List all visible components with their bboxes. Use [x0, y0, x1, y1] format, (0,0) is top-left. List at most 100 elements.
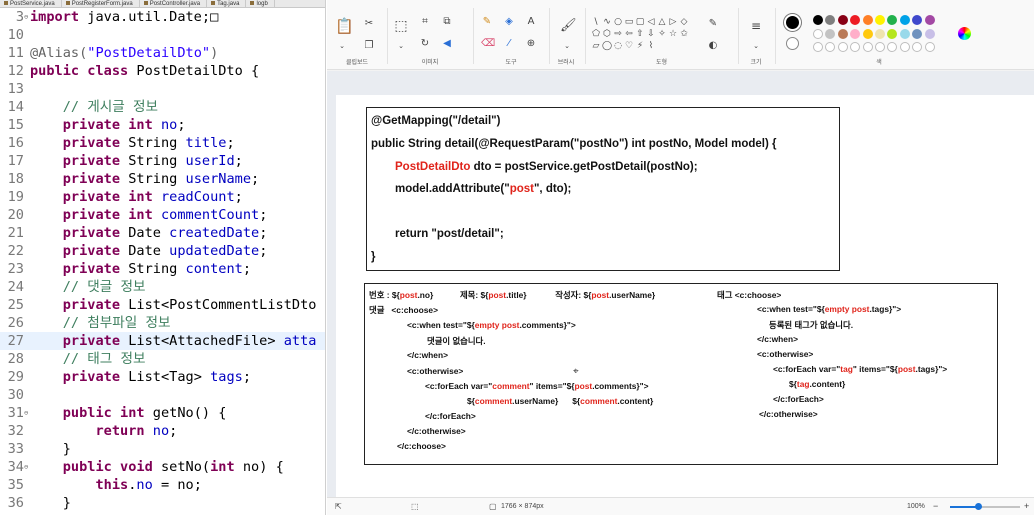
cut-icon[interactable]: ✂: [363, 18, 375, 30]
palette-color-swatch[interactable]: [850, 15, 861, 25]
palette-color-swatch[interactable]: [850, 28, 861, 39]
code-line[interactable]: 30: [0, 386, 325, 404]
palette-color-swatch[interactable]: [850, 42, 861, 52]
code-editor[interactable]: PostService.java PostRegisterForm.java Pos…: [0, 0, 326, 515]
color-picker-icon[interactable]: ⁄: [503, 38, 515, 50]
oval-shape-icon[interactable]: ○: [613, 16, 623, 28]
select-icon[interactable]: ⬚: [393, 19, 409, 36]
up-arrow-shape-icon[interactable]: ⇧: [635, 28, 645, 40]
secondary-color-swatch[interactable]: [786, 37, 799, 50]
palette-color-swatch[interactable]: [887, 15, 898, 25]
palette-color-swatch[interactable]: [862, 42, 873, 52]
primary-color-swatch[interactable]: [784, 14, 801, 31]
code-line[interactable]: 31⊖ public int getNo() {: [0, 404, 325, 422]
palette-color-swatch[interactable]: [875, 28, 885, 39]
palette-color-swatch[interactable]: [825, 15, 836, 25]
palette-color-swatch[interactable]: [837, 42, 848, 52]
palette-color-swatch[interactable]: [825, 42, 836, 52]
crop-icon[interactable]: ⌗: [419, 16, 431, 28]
editor-tab[interactable]: logb: [246, 0, 275, 7]
palette-color-swatch[interactable]: [813, 15, 823, 25]
palette-color-swatch[interactable]: [875, 42, 885, 52]
palette-color-swatch[interactable]: [912, 15, 923, 25]
right-triangle-shape-icon[interactable]: ▷: [668, 16, 678, 28]
fill-icon[interactable]: ◈: [503, 16, 515, 28]
code-line[interactable]: 3⊖ import java.util.Date;□: [0, 8, 325, 26]
rectangle-shape-icon[interactable]: ▭: [624, 16, 634, 28]
palette-color-swatch[interactable]: [837, 28, 848, 39]
left-arrow-shape-icon[interactable]: ⇦: [624, 28, 634, 40]
paste-dropdown-icon[interactable]: ⌄: [336, 40, 348, 52]
code-line[interactable]: 24 // 댓글 정보: [0, 278, 325, 296]
four-point-star-shape-icon[interactable]: ✧: [657, 28, 667, 40]
right-arrow-shape-icon[interactable]: ⇨: [613, 28, 623, 40]
palette-color-swatch[interactable]: [875, 15, 885, 25]
palette-color-swatch[interactable]: [912, 42, 923, 52]
code-line[interactable]: 16 private String title;: [0, 134, 325, 152]
palette-color-swatch[interactable]: [813, 42, 823, 52]
code-line[interactable]: 34⊖ public void setNo(int no) {: [0, 458, 325, 476]
six-point-star-shape-icon[interactable]: ✩: [679, 28, 689, 40]
code-line[interactable]: 15 private int no;: [0, 116, 325, 134]
palette-color-swatch[interactable]: [825, 28, 836, 39]
down-arrow-shape-icon[interactable]: ⇩: [646, 28, 656, 40]
hexagon-shape-icon[interactable]: ⬡: [602, 28, 612, 40]
polygon-shape-icon[interactable]: ◁: [646, 16, 656, 28]
drawing-canvas[interactable]: @GetMapping("/detail") public String det…: [336, 95, 1034, 497]
rounded-rectangle-shape-icon[interactable]: ▢: [635, 16, 645, 28]
select-dropdown-icon[interactable]: ⌄: [395, 40, 407, 52]
editor-tab[interactable]: PostController.java: [140, 0, 208, 7]
line-size-icon[interactable]: ≡: [749, 20, 763, 34]
editor-tab[interactable]: PostRegisterForm.java: [62, 0, 140, 7]
code-line[interactable]: 18 private String userName;: [0, 170, 325, 188]
palette-color-swatch[interactable]: [862, 28, 873, 39]
eraser-icon[interactable]: ⌫: [481, 38, 495, 50]
palette-color-swatch[interactable]: [862, 15, 873, 25]
magnifier-icon[interactable]: ⊕: [525, 38, 537, 50]
zoom-in-icon[interactable]: +: [1024, 501, 1029, 511]
editor-tab[interactable]: Tag.java: [207, 0, 247, 7]
code-line[interactable]: 10: [0, 26, 325, 44]
zoom-slider[interactable]: [950, 503, 1020, 510]
code-line[interactable]: 21 private Date createdDate;: [0, 224, 325, 242]
zoom-out-icon[interactable]: −: [933, 501, 938, 511]
palette-color-swatch[interactable]: [924, 42, 935, 52]
code-line[interactable]: 13: [0, 80, 325, 98]
rotate-icon[interactable]: ↻: [419, 38, 431, 50]
code-line[interactable]: 14 // 게시글 정보: [0, 98, 325, 116]
code-line[interactable]: 35 this.no = no;: [0, 476, 325, 494]
code-line[interactable]: 20 private int commentCount;: [0, 206, 325, 224]
size-dropdown-icon[interactable]: ⌄: [750, 40, 762, 52]
palette-color-swatch[interactable]: [899, 28, 910, 39]
oval-callout-shape-icon[interactable]: ◯: [602, 40, 612, 52]
code-line[interactable]: 17 private String userId;: [0, 152, 325, 170]
code-line[interactable]: 29 private List<Tag> tags;: [0, 368, 325, 386]
code-line[interactable]: 12 public class PostDetailDto {: [0, 62, 325, 80]
resize-icon[interactable]: ⧉: [441, 16, 453, 28]
code-line[interactable]: 11 @Alias("PostDetailDto"): [0, 44, 325, 62]
palette-color-swatch[interactable]: [837, 15, 848, 25]
brush-dropdown-icon[interactable]: ⌄: [561, 40, 573, 52]
lightning-shape-icon[interactable]: ⚡: [635, 40, 645, 52]
palette-color-swatch[interactable]: [912, 28, 923, 39]
triangle-shape-icon[interactable]: △: [657, 16, 667, 28]
code-line[interactable]: 22 private Date updatedDate;: [0, 242, 325, 260]
palette-color-swatch[interactable]: [924, 28, 935, 39]
code-line[interactable]: 19 private int readCount;: [0, 188, 325, 206]
palette-color-swatch[interactable]: [813, 28, 823, 39]
diamond-shape-icon[interactable]: ◇: [679, 16, 689, 28]
text-icon[interactable]: A: [525, 16, 537, 28]
line-shape-icon[interactable]: \: [591, 16, 601, 28]
rect-callout-shape-icon[interactable]: ▱: [591, 40, 601, 52]
fill-style-icon[interactable]: ◐: [707, 40, 719, 52]
flip-icon[interactable]: ◀: [441, 38, 453, 50]
code-line[interactable]: 26 // 첨부파일 정보: [0, 314, 325, 332]
palette-color-swatch[interactable]: [887, 28, 898, 39]
copy-icon[interactable]: ❐: [363, 40, 375, 52]
scroll-shape-icon[interactable]: ⌇: [646, 40, 656, 52]
palette-color-swatch[interactable]: [887, 42, 898, 52]
code-line[interactable]: 27 private List<AttachedFile> atta: [0, 332, 325, 350]
code-line[interactable]: 28 // 태그 정보: [0, 350, 325, 368]
heart-shape-icon[interactable]: ♡: [624, 40, 634, 52]
paste-icon[interactable]: 📋: [335, 19, 354, 36]
